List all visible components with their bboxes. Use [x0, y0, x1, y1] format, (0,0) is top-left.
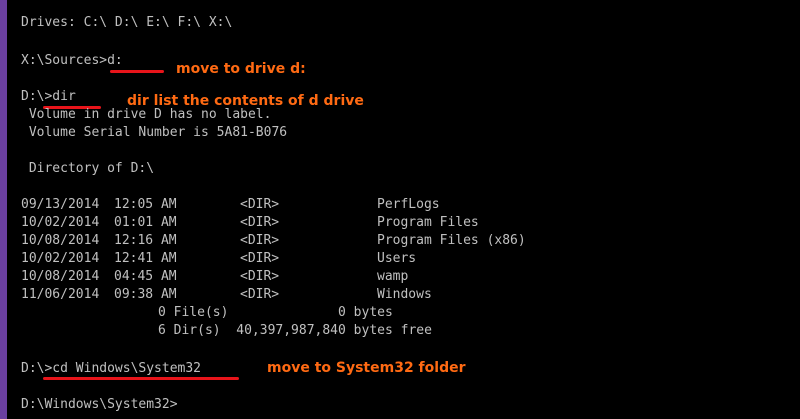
entry-name: Program Files: [377, 215, 479, 230]
summary-files-line: 0 File(s) 0 bytes: [158, 305, 393, 320]
command-change-drive: X:\Sources>d:: [21, 53, 123, 68]
summary-dirs-line: 6 Dir(s) 40,397,987,840 bytes free: [158, 323, 432, 338]
entry-time: 09:38 AM: [114, 287, 177, 302]
entry-date: 09/13/2014: [21, 197, 100, 212]
entry-type: <DIR>: [240, 251, 280, 266]
entry-date: 10/02/2014: [21, 251, 100, 266]
entry-date: 10/08/2014: [21, 269, 100, 284]
command-prompt[interactable]: D:\Windows\System32>: [21, 397, 178, 413]
entry-name: Program Files (x86): [377, 233, 526, 248]
entry-type: <DIR>: [240, 233, 280, 248]
entry-date: 10/02/2014: [21, 215, 100, 230]
underline-cd: [43, 377, 239, 380]
entry-time: 04:45 AM: [114, 269, 177, 284]
entry-time: 12:16 AM: [114, 233, 177, 248]
annotation-cd: move to System32 folder: [267, 360, 466, 376]
entry-type: <DIR>: [240, 197, 280, 212]
entry-type: <DIR>: [240, 215, 280, 230]
entry-name: wamp: [377, 269, 409, 284]
entry-name: PerfLogs: [377, 197, 440, 212]
underline-change-drive: [110, 70, 164, 73]
entry-date: 11/06/2014: [21, 287, 100, 302]
directory-of-line: Directory of D:\: [21, 161, 155, 176]
entry-name: Windows: [377, 287, 432, 302]
window-left-border: [0, 0, 7, 419]
volume-label-line: Volume in drive D has no label.: [21, 107, 272, 122]
entry-type: <DIR>: [240, 269, 280, 284]
command-cd: D:\>cd Windows\System32: [21, 361, 202, 376]
entry-name: Users: [377, 251, 417, 266]
command-dir: D:\>dir: [21, 89, 76, 104]
annotation-move-drive: move to drive d:: [176, 61, 306, 77]
drives-line: Drives: C:\ D:\ E:\ F:\ X:\: [21, 15, 233, 30]
console-window[interactable]: Drives: C:\ D:\ E:\ F:\ X:\ X:\Sources>d…: [7, 0, 800, 419]
entry-time: 12:41 AM: [114, 251, 177, 266]
entry-date: 10/08/2014: [21, 233, 100, 248]
volume-serial-line: Volume Serial Number is 5A81-B076: [21, 125, 288, 140]
entry-time: 01:01 AM: [114, 215, 177, 230]
entry-time: 12:05 AM: [114, 197, 177, 212]
entry-type: <DIR>: [240, 287, 280, 302]
